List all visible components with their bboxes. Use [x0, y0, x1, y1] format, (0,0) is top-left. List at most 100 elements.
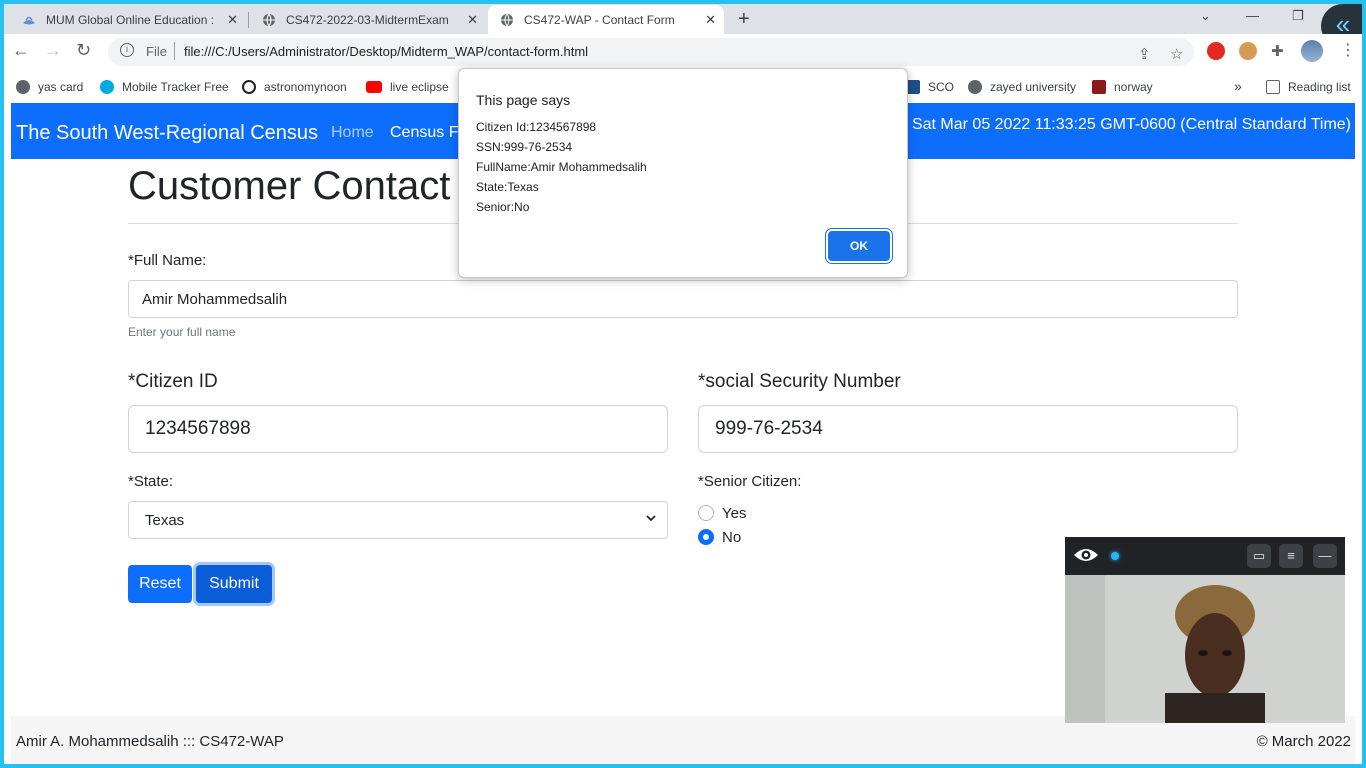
webcam-feed	[1065, 575, 1345, 723]
eye-icon	[1073, 545, 1099, 565]
browser-window: MUM Global Online Education : C ✕ CS472-…	[4, 4, 1362, 764]
bookmark-item[interactable]: zayed university	[968, 80, 1076, 94]
bookmark-label: zayed university	[990, 80, 1077, 94]
dialog-ok-button[interactable]: OK	[828, 231, 890, 261]
senior-yes-radio[interactable]	[698, 505, 714, 521]
submit-button[interactable]: Submit	[196, 565, 272, 603]
full-name-hint: Enter your full name	[128, 325, 236, 339]
new-tab-button[interactable]: +	[738, 8, 750, 31]
tab-midterm-exam[interactable]: CS472-2022-03-MidtermExam ✕	[250, 5, 486, 34]
bookmark-label: yas card	[38, 80, 84, 94]
chevron-down-icon	[645, 512, 657, 527]
browser-toolbar: ← → ↻ i File file:///C:/Users/Administra…	[4, 34, 1362, 70]
full-name-label: *Full Name:	[128, 252, 207, 269]
url-text[interactable]: file:///C:/Users/Administrator/Desktop/M…	[184, 44, 588, 59]
scheme-label: File	[146, 44, 167, 59]
dialog-header: This page says	[476, 92, 571, 108]
site-info-icon[interactable]: i	[120, 43, 134, 57]
bookmark-item[interactable]: live eclipse	[366, 80, 449, 94]
youtube-icon	[366, 81, 382, 93]
reading-list-button[interactable]: Reading list	[1266, 80, 1351, 94]
webcam-widget: ▭ ≡ —	[1065, 537, 1345, 723]
globe-icon	[500, 13, 514, 27]
tab-title: CS472-WAP - Contact Form	[524, 12, 675, 27]
reading-list-label: Reading list	[1288, 80, 1351, 94]
bookmark-label: Mobile Tracker Free	[122, 80, 229, 94]
more-bookmarks-icon[interactable]: »	[1234, 78, 1242, 94]
bookmark-label: astronomynoon	[264, 80, 347, 94]
tab-search-icon[interactable]: ⌄	[1200, 8, 1211, 24]
globe-icon	[262, 13, 276, 27]
mum-favicon-icon	[22, 13, 36, 27]
footer-author: Amir A. Mohammedsalih ::: CS472-WAP	[16, 733, 284, 750]
bookmark-star-icon[interactable]: ☆	[1170, 45, 1183, 63]
bookmark-label: norway	[1114, 80, 1153, 94]
page-footer: Amir A. Mohammedsalih ::: CS472-WAP © Ma…	[11, 716, 1355, 764]
navbar-clock: Sat Mar 05 2022 11:33:25 GMT-0600 (Centr…	[911, 116, 1351, 133]
senior-citizen-label: *Senior Citizen:	[698, 473, 802, 490]
loading-icon	[242, 80, 256, 94]
ssn-label: *social Security Number	[698, 371, 901, 392]
tab-title: CS472-2022-03-MidtermExam	[286, 12, 449, 27]
page-title: Customer Contact	[128, 164, 451, 208]
bookmark-label: live eclipse	[390, 80, 449, 94]
state-selected-value: Texas	[145, 511, 185, 529]
address-bar[interactable]: i File file:///C:/Users/Administrator/De…	[108, 38, 1194, 66]
chat-icon[interactable]: ▭	[1247, 544, 1271, 568]
divider	[174, 42, 175, 60]
citizen-id-label: *Citizen ID	[128, 371, 218, 392]
tab-close-icon[interactable]: ✕	[705, 12, 716, 28]
reading-list-icon	[1266, 80, 1280, 94]
adblock-extension-icon[interactable]	[1207, 42, 1225, 60]
bookmark-item[interactable]: astronomynoon	[242, 80, 347, 94]
reset-button[interactable]: Reset	[128, 565, 192, 603]
state-label: *State:	[128, 473, 174, 490]
globe-icon	[968, 80, 982, 94]
bookmark-item[interactable]: norway	[1092, 80, 1153, 94]
tab-mum-global[interactable]: MUM Global Online Education : C ✕	[10, 5, 246, 34]
forward-icon[interactable]: →	[44, 40, 62, 61]
recording-indicator	[1111, 552, 1119, 560]
bookmark-item[interactable]: yas card	[16, 80, 83, 94]
bookmark-label: SCO	[928, 80, 955, 94]
profile-avatar[interactable]	[1301, 40, 1323, 62]
share-icon[interactable]: ⇪	[1138, 45, 1151, 63]
minimize-icon[interactable]: —	[1313, 544, 1337, 568]
bookmark-item[interactable]: Mobile Tracker Free	[100, 80, 229, 94]
dialog-line: Senior:No	[476, 200, 530, 214]
alert-dialog: This page says Citizen Id:1234567898 SSN…	[458, 68, 908, 278]
full-name-input[interactable]: Amir Mohammedsalih	[128, 280, 1238, 318]
globe-icon	[16, 80, 30, 94]
webcam-toolbar: ▭ ≡ —	[1065, 537, 1345, 575]
tab-strip: MUM Global Online Education : C ✕ CS472-…	[4, 4, 1362, 34]
senior-no-label[interactable]: No	[722, 529, 741, 546]
ssn-input[interactable]: 999-76-2534	[698, 405, 1238, 453]
tab-contact-form[interactable]: CS472-WAP - Contact Form ✕	[488, 5, 724, 34]
dialog-line: SSN:999-76-2534	[476, 140, 573, 154]
footer-copyright: © March 2022	[1256, 733, 1351, 750]
cookie-extension-icon[interactable]	[1239, 42, 1257, 60]
norway-icon	[1092, 80, 1106, 94]
citizen-id-input[interactable]: 1234567898	[128, 405, 668, 453]
tab-close-icon[interactable]: ✕	[467, 12, 478, 28]
tab-title: MUM Global Online Education : C	[46, 12, 216, 27]
state-select[interactable]: Texas	[128, 501, 668, 539]
nav-link-census-form[interactable]: Census Fo	[390, 124, 467, 142]
reload-icon[interactable]: ↻	[76, 40, 91, 61]
nav-link-home[interactable]: Home	[331, 124, 374, 142]
mobile-tracker-icon	[100, 80, 114, 94]
menu-kebab-icon[interactable]: ⋮	[1340, 40, 1356, 60]
hamburger-menu-icon[interactable]: ≡	[1279, 544, 1303, 568]
sco-icon	[906, 80, 920, 94]
dialog-line: FullName:Amir Mohammedsalih	[476, 160, 647, 174]
senior-yes-label[interactable]: Yes	[722, 505, 746, 522]
back-icon[interactable]: ←	[12, 40, 30, 61]
senior-no-radio[interactable]	[698, 529, 714, 545]
tab-close-icon[interactable]: ✕	[227, 12, 238, 28]
minimize-icon[interactable]: —	[1246, 8, 1259, 23]
extensions-puzzle-icon[interactable]: ✚	[1271, 42, 1289, 60]
navbar-brand[interactable]: The South West-Regional Census	[16, 122, 318, 145]
restore-icon[interactable]: ❐	[1292, 8, 1304, 24]
dialog-line: State:Texas	[476, 180, 539, 194]
bookmark-item[interactable]: SCO	[906, 80, 954, 94]
